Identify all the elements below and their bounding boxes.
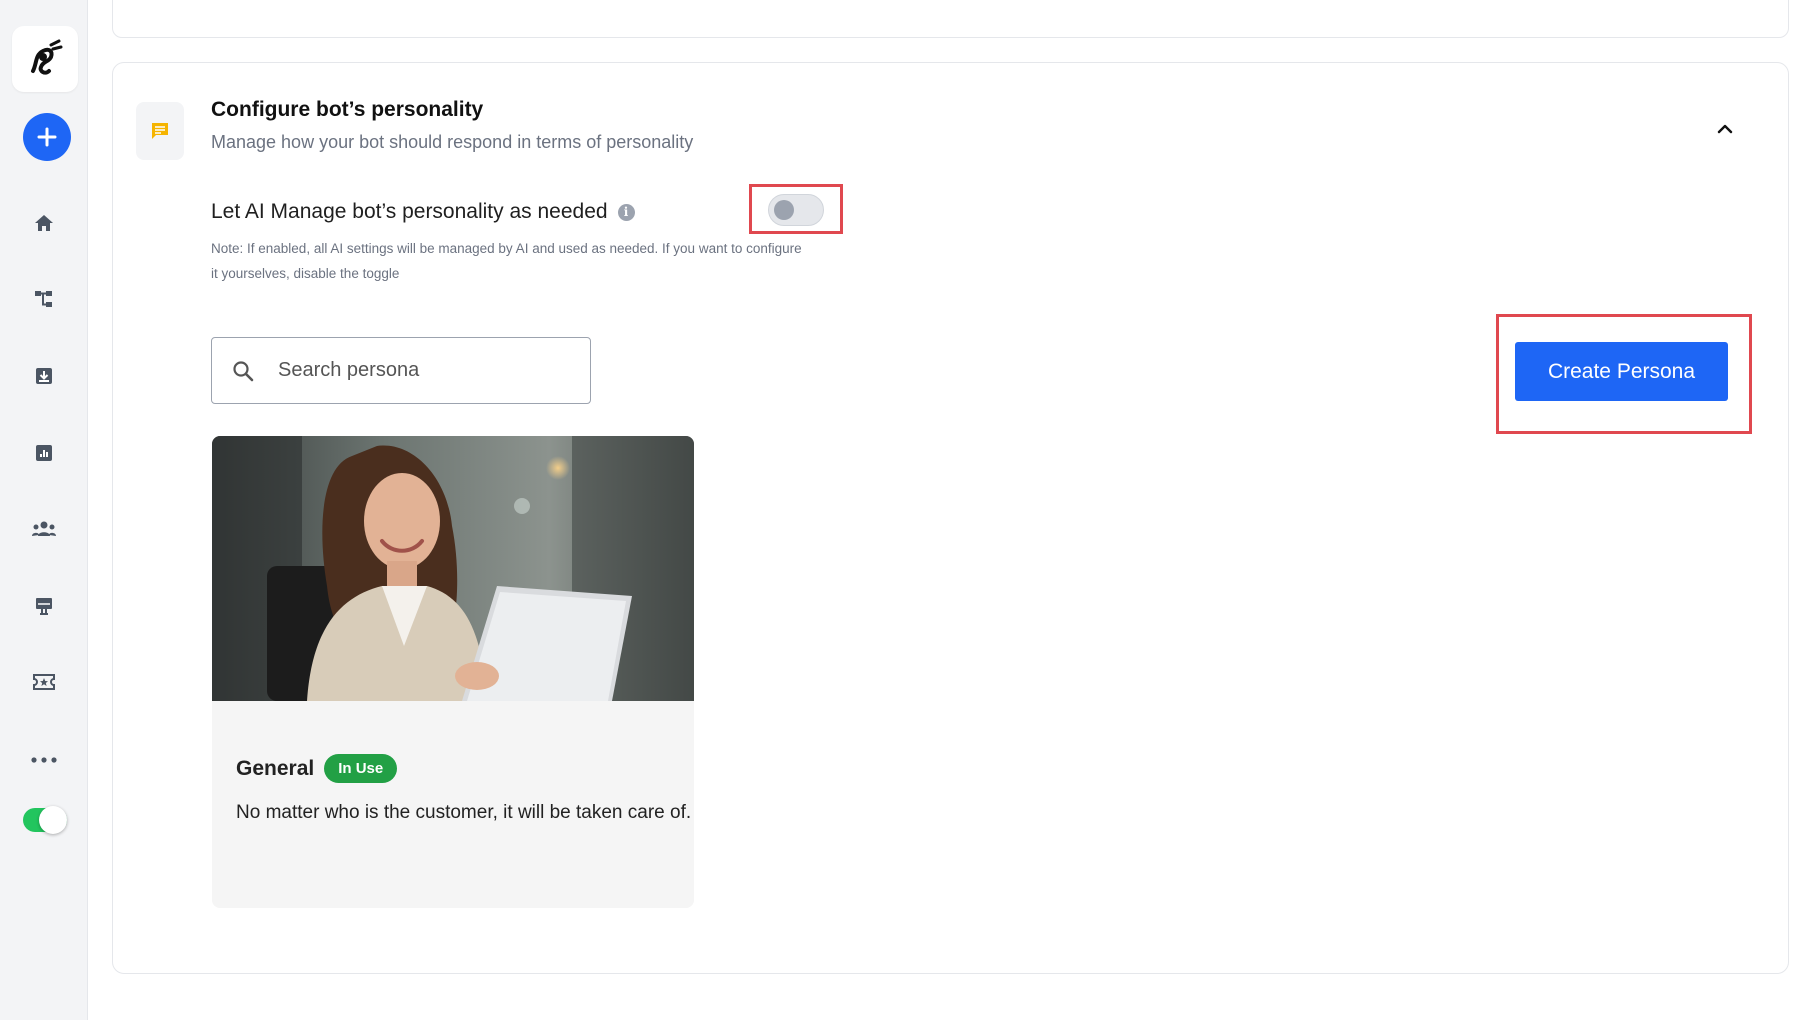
collapse-button[interactable] bbox=[1712, 116, 1738, 142]
team-icon bbox=[32, 521, 56, 536]
sidebar-item-analytics[interactable] bbox=[24, 433, 64, 473]
create-persona-button[interactable]: Create Persona bbox=[1515, 342, 1728, 401]
kiosk-icon bbox=[36, 598, 52, 615]
sidebar-item-team[interactable] bbox=[24, 509, 64, 549]
ai-manage-note: Note: If enabled, all AI settings will b… bbox=[211, 241, 802, 281]
ai-manage-toggle[interactable] bbox=[768, 194, 824, 226]
info-icon[interactable]: i bbox=[617, 203, 635, 221]
persona-image bbox=[212, 436, 694, 701]
persona-title-row: General In Use bbox=[236, 754, 398, 783]
more-icon bbox=[31, 757, 57, 763]
toggle-knob bbox=[774, 200, 794, 220]
sidebar-status-toggle[interactable] bbox=[23, 806, 67, 834]
sidebar-item-kiosk[interactable] bbox=[24, 586, 64, 626]
toggle-knob bbox=[39, 806, 67, 834]
ai-manage-label: Let AI Manage bot’s personality as neede… bbox=[211, 200, 608, 223]
sidebar-item-flows[interactable] bbox=[24, 279, 64, 319]
persona-description: No matter who is the customer, it will b… bbox=[236, 802, 692, 823]
note-icon bbox=[152, 123, 168, 139]
ticket-star-icon bbox=[33, 674, 55, 690]
flow-icon bbox=[35, 291, 52, 307]
sidebar bbox=[0, 0, 88, 1020]
section-title: Configure bot’s personality bbox=[211, 98, 484, 121]
section-subtitle: Manage how your bot should respond in te… bbox=[211, 132, 694, 152]
analytics-icon bbox=[36, 445, 52, 461]
sidebar-item-tickets[interactable] bbox=[24, 662, 64, 702]
sidebar-item-inbox[interactable] bbox=[24, 356, 64, 396]
plus-icon bbox=[37, 127, 57, 147]
chevron-up-icon bbox=[1717, 124, 1733, 134]
add-button[interactable] bbox=[23, 113, 71, 161]
search-persona-box bbox=[211, 337, 591, 404]
brand-logo[interactable] bbox=[12, 26, 78, 92]
persona-card[interactable]: General In Use No matter who is the cust… bbox=[212, 436, 694, 908]
status-badge: In Use bbox=[324, 754, 398, 783]
section-icon-wrapper bbox=[136, 102, 184, 160]
persona-name: General bbox=[236, 756, 315, 780]
logo-icon bbox=[31, 39, 63, 75]
sidebar-item-home[interactable] bbox=[24, 203, 64, 243]
previous-section-card bbox=[112, 0, 1789, 38]
search-persona-input[interactable] bbox=[276, 358, 560, 383]
ai-manage-row: Let AI Manage bot’s personality as neede… bbox=[211, 200, 635, 224]
sidebar-item-more[interactable] bbox=[24, 740, 64, 780]
inbox-download-icon bbox=[36, 368, 52, 384]
search-icon bbox=[228, 356, 258, 386]
home-icon bbox=[35, 215, 53, 231]
